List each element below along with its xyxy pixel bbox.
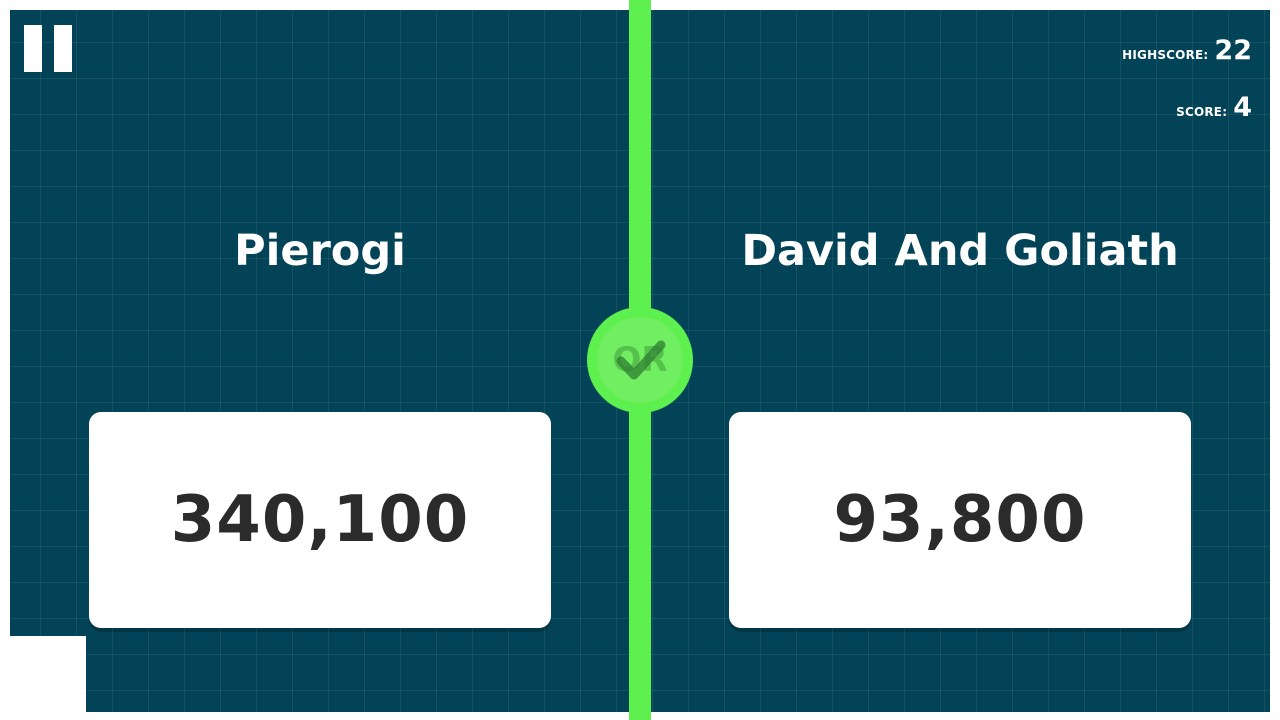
highscore-value: 22 <box>1214 35 1252 66</box>
pause-button[interactable] <box>24 25 72 72</box>
highscore-label: HIGHSCORE: <box>1122 48 1209 62</box>
left-value: 340,100 <box>170 483 470 557</box>
checkmark-icon <box>616 340 666 380</box>
score-label: SCORE: <box>1176 105 1228 119</box>
game-screen: HIGHSCORE: 22 SCORE: 4 Pierogi David And… <box>0 0 1280 720</box>
score-display: SCORE: 4 <box>1176 92 1252 123</box>
right-item-name: David And Goliath <box>741 226 1179 276</box>
right-value: 93,800 <box>833 483 1087 557</box>
left-value-card: 340,100 <box>89 412 551 628</box>
highscore-display: HIGHSCORE: 22 <box>1122 35 1252 66</box>
right-value-card: 93,800 <box>729 412 1191 628</box>
left-item-name: Pierogi <box>234 226 406 276</box>
corner-bevel <box>0 636 86 720</box>
score-value: 4 <box>1233 92 1252 123</box>
result-badge: OR <box>587 307 693 413</box>
pause-icon-bar-right <box>54 25 72 72</box>
pause-icon-bar-left <box>24 25 42 72</box>
